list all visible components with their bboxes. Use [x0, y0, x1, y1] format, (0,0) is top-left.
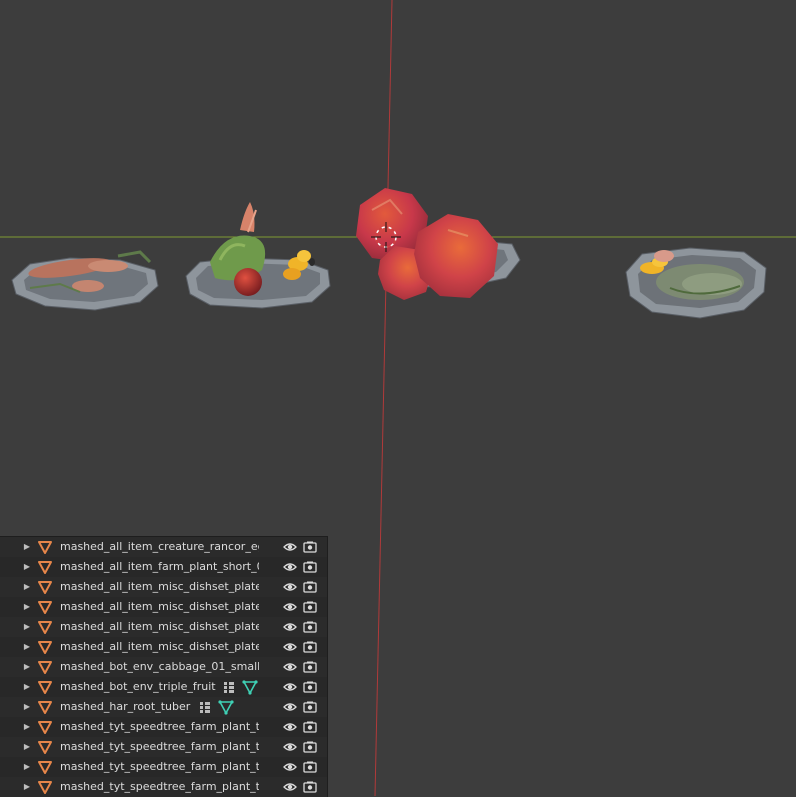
- render-camera-icon[interactable]: [303, 780, 317, 794]
- object-name-label[interactable]: mashed_all_item_misc_dishset_plate_02: [60, 617, 259, 637]
- visibility-eye-icon[interactable]: [283, 720, 297, 734]
- outliner-row[interactable]: ▶ mashed_all_item_misc_dishset_plate_01: [0, 577, 327, 597]
- mesh-object-icon: [38, 621, 52, 634]
- render-camera-icon[interactable]: [303, 680, 317, 694]
- outliner-row[interactable]: ▶ mashed_all_item_creature_rancor_egg.0: [0, 537, 327, 557]
- expand-arrow-icon[interactable]: ▶: [22, 717, 32, 737]
- expand-arrow-icon[interactable]: ▶: [22, 757, 32, 777]
- expand-arrow-icon[interactable]: ▶: [22, 637, 32, 657]
- object-name-label[interactable]: mashed_bot_env_cabbage_01_small: [60, 657, 259, 677]
- render-camera-icon[interactable]: [303, 600, 317, 614]
- visibility-eye-icon[interactable]: [283, 760, 297, 774]
- render-camera-icon[interactable]: [303, 700, 317, 714]
- visibility-eye-icon[interactable]: [283, 580, 297, 594]
- object-name-label[interactable]: mashed_all_item_creature_rancor_egg.0: [60, 537, 259, 557]
- visibility-eye-icon[interactable]: [283, 780, 297, 794]
- expand-arrow-icon[interactable]: ▶: [22, 677, 32, 697]
- visibility-eye-icon[interactable]: [283, 740, 297, 754]
- expand-arrow-icon[interactable]: ▶: [22, 777, 32, 797]
- outliner-row[interactable]: ▶ mashed_bot_env_cabbage_01_small: [0, 657, 327, 677]
- expand-arrow-icon[interactable]: ▶: [22, 597, 32, 617]
- render-camera-icon[interactable]: [303, 660, 317, 674]
- outliner-row[interactable]: ▶ mashed_all_item_misc_dishset_plate_01: [0, 597, 327, 617]
- expand-arrow-icon[interactable]: ▶: [22, 737, 32, 757]
- mesh-object-icon: [38, 741, 52, 754]
- z-axis-line: [374, 0, 393, 796]
- mesh-object-icon: [38, 581, 52, 594]
- plate-radish-object[interactable]: [185, 202, 331, 309]
- expand-arrow-icon[interactable]: ▶: [22, 617, 32, 637]
- visibility-eye-icon[interactable]: [283, 640, 297, 654]
- outliner-panel[interactable]: ▶ mashed_all_item_creature_rancor_egg.0 …: [0, 536, 328, 797]
- outliner-row[interactable]: ▶ mashed_all_item_misc_dishset_plate_00: [0, 637, 327, 657]
- object-name-label[interactable]: mashed_all_item_misc_dishset_plate_01: [60, 597, 259, 617]
- object-name-label[interactable]: mashed_tyt_speedtree_farm_plant_tall_0: [60, 777, 259, 797]
- mesh-object-icon: [38, 761, 52, 774]
- render-camera-icon[interactable]: [303, 540, 317, 554]
- outliner-row[interactable]: ▶ mashed_all_item_farm_plant_short_01: [0, 557, 327, 577]
- mesh-object-icon: [38, 661, 52, 674]
- mesh-data-icon[interactable]: [242, 679, 258, 695]
- outliner-row[interactable]: ▶ mashed_all_item_misc_dishset_plate_02: [0, 617, 327, 637]
- visibility-eye-icon[interactable]: [283, 660, 297, 674]
- triple-fruit-object[interactable]: [356, 188, 521, 300]
- visibility-eye-icon[interactable]: [283, 600, 297, 614]
- expand-arrow-icon[interactable]: ▶: [22, 657, 32, 677]
- render-camera-icon[interactable]: [303, 720, 317, 734]
- modifier-icon[interactable]: [198, 700, 212, 714]
- mesh-object-icon: [38, 701, 52, 714]
- object-name-label[interactable]: mashed_tyt_speedtree_farm_plant_tall_0: [60, 737, 259, 757]
- outliner-row[interactable]: ▶ mashed_har_root_tuber: [0, 697, 327, 717]
- mesh-object-icon: [38, 781, 52, 794]
- expand-arrow-icon[interactable]: ▶: [22, 577, 32, 597]
- object-name-label[interactable]: mashed_all_item_farm_plant_short_01: [60, 557, 259, 577]
- render-camera-icon[interactable]: [303, 620, 317, 634]
- mesh-object-icon: [38, 601, 52, 614]
- outliner-row[interactable]: ▶ mashed_tyt_speedtree_farm_plant_tall_0: [0, 757, 327, 777]
- object-name-label[interactable]: mashed_all_item_misc_dishset_plate_00: [60, 637, 259, 657]
- expand-arrow-icon[interactable]: ▶: [22, 557, 32, 577]
- expand-arrow-icon[interactable]: ▶: [22, 537, 32, 557]
- mesh-object-icon: [38, 541, 52, 554]
- outliner-row[interactable]: ▶ mashed_tyt_speedtree_farm_plant_tall_0: [0, 737, 327, 757]
- mesh-object-icon: [38, 561, 52, 574]
- mesh-object-icon: [38, 681, 52, 694]
- render-camera-icon[interactable]: [303, 760, 317, 774]
- visibility-eye-icon[interactable]: [283, 560, 297, 574]
- mesh-data-icon[interactable]: [218, 699, 234, 715]
- modifier-icon[interactable]: [222, 680, 236, 694]
- render-camera-icon[interactable]: [303, 580, 317, 594]
- visibility-eye-icon[interactable]: [283, 620, 297, 634]
- object-name-label[interactable]: mashed_tyt_speedtree_farm_plant_tall_0: [60, 717, 259, 737]
- visibility-eye-icon[interactable]: [283, 540, 297, 554]
- render-camera-icon[interactable]: [303, 560, 317, 574]
- plate-greens-object[interactable]: [625, 247, 767, 319]
- plate-roots-object[interactable]: [11, 250, 159, 311]
- expand-arrow-icon[interactable]: ▶: [22, 697, 32, 717]
- outliner-row[interactable]: ▶ mashed_tyt_speedtree_farm_plant_tall_0: [0, 717, 327, 737]
- object-name-label[interactable]: mashed_all_item_misc_dishset_plate_01: [60, 577, 259, 597]
- render-camera-icon[interactable]: [303, 740, 317, 754]
- mesh-object-icon: [38, 641, 52, 654]
- object-name-label[interactable]: mashed_tyt_speedtree_farm_plant_tall_0: [60, 757, 259, 777]
- outliner-row[interactable]: ▶ mashed_tyt_speedtree_farm_plant_tall_0: [0, 777, 327, 797]
- render-camera-icon[interactable]: [303, 640, 317, 654]
- outliner-row[interactable]: ▶ mashed_bot_env_triple_fruit: [0, 677, 327, 697]
- visibility-eye-icon[interactable]: [283, 700, 297, 714]
- mesh-object-icon: [38, 721, 52, 734]
- visibility-eye-icon[interactable]: [283, 680, 297, 694]
